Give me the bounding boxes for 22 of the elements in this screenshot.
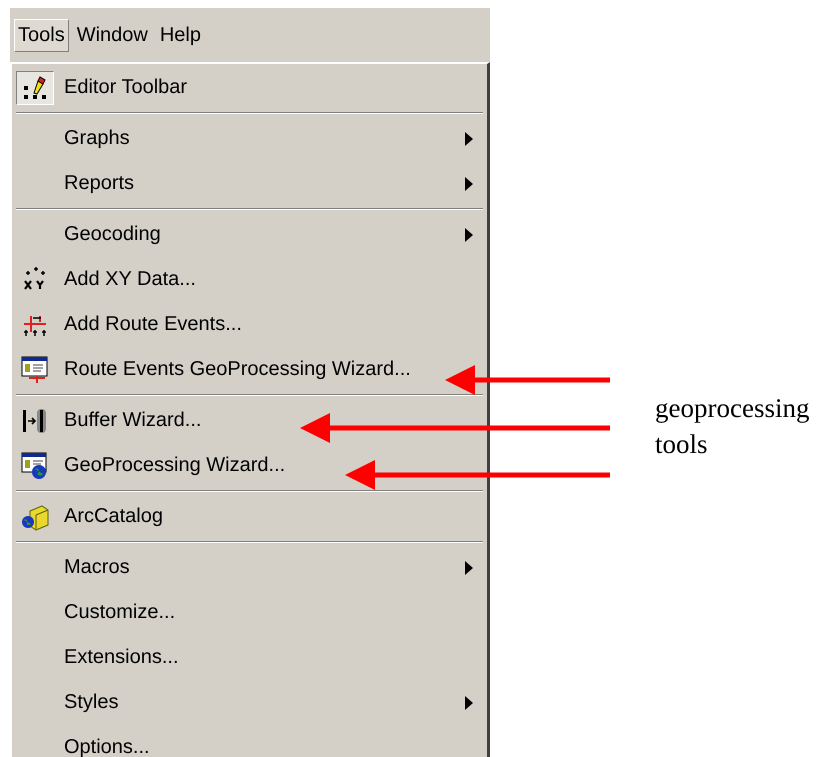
menu-item[interactable]: Options... bbox=[16, 725, 483, 757]
buffer-icon bbox=[21, 406, 49, 434]
menu-item[interactable]: Add Route Events... bbox=[16, 302, 483, 347]
menu-bar-item[interactable]: Window bbox=[72, 18, 152, 52]
menu-item[interactable]: Macros bbox=[16, 545, 483, 590]
menu-bar-item[interactable]: Help bbox=[156, 18, 205, 52]
menu-item[interactable]: Customize... bbox=[16, 590, 483, 635]
wizard-window-icon bbox=[21, 356, 49, 384]
wizard-globe-icon bbox=[21, 452, 49, 480]
menu-item[interactable]: ArcCatalog bbox=[16, 494, 483, 539]
annotation-label: geoprocessing tools bbox=[655, 392, 810, 461]
menu-item[interactable]: Reports bbox=[16, 161, 483, 206]
xy-points-icon bbox=[22, 266, 48, 292]
menu-item[interactable]: Extensions... bbox=[16, 635, 483, 680]
pencil-icon bbox=[22, 74, 48, 100]
menu-item[interactable]: Add XY Data... bbox=[16, 257, 483, 302]
menu-item[interactable]: Geocoding bbox=[16, 212, 483, 257]
menu-item[interactable]: Styles bbox=[16, 680, 483, 725]
catalog-icon bbox=[20, 502, 50, 530]
menu-item[interactable]: Editor Toolbar bbox=[16, 65, 483, 110]
menu-bar-item[interactable]: Tools bbox=[14, 18, 69, 52]
menu-item[interactable]: Graphs bbox=[16, 116, 483, 161]
